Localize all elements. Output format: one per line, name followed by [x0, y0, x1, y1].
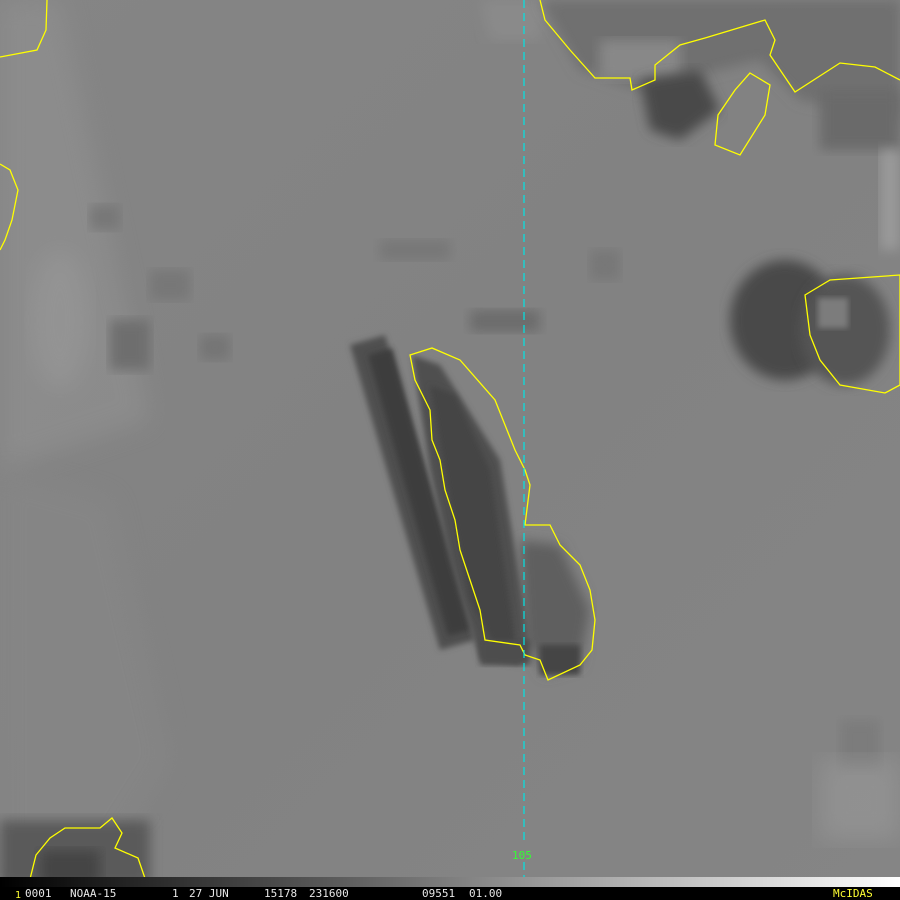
- satellite-image-frame: 105 0001 NOAA-15 1 27 JUN 15178 231600 0…: [0, 0, 900, 900]
- frame-index: 1: [15, 890, 22, 900]
- calibration-value-2: 01.00: [469, 887, 503, 900]
- mcidas-logo: McIDAS: [833, 887, 873, 900]
- image-date: 27 JUN: [189, 887, 229, 900]
- calibration-value: 09551: [422, 887, 456, 900]
- satellite-name: NOAA-15: [70, 887, 117, 900]
- image-time: 231600: [309, 887, 349, 900]
- longitude-label: 105: [512, 849, 532, 862]
- status-bar: 0001 NOAA-15 1 27 JUN 15178 231600 09551…: [0, 887, 900, 900]
- grayscale-calibration-bar: [0, 877, 900, 887]
- satellite-imagery: [0, 0, 900, 887]
- julian-day: 15178: [264, 887, 298, 900]
- frame-id: 0001: [25, 887, 52, 900]
- band-number: 1: [172, 887, 179, 900]
